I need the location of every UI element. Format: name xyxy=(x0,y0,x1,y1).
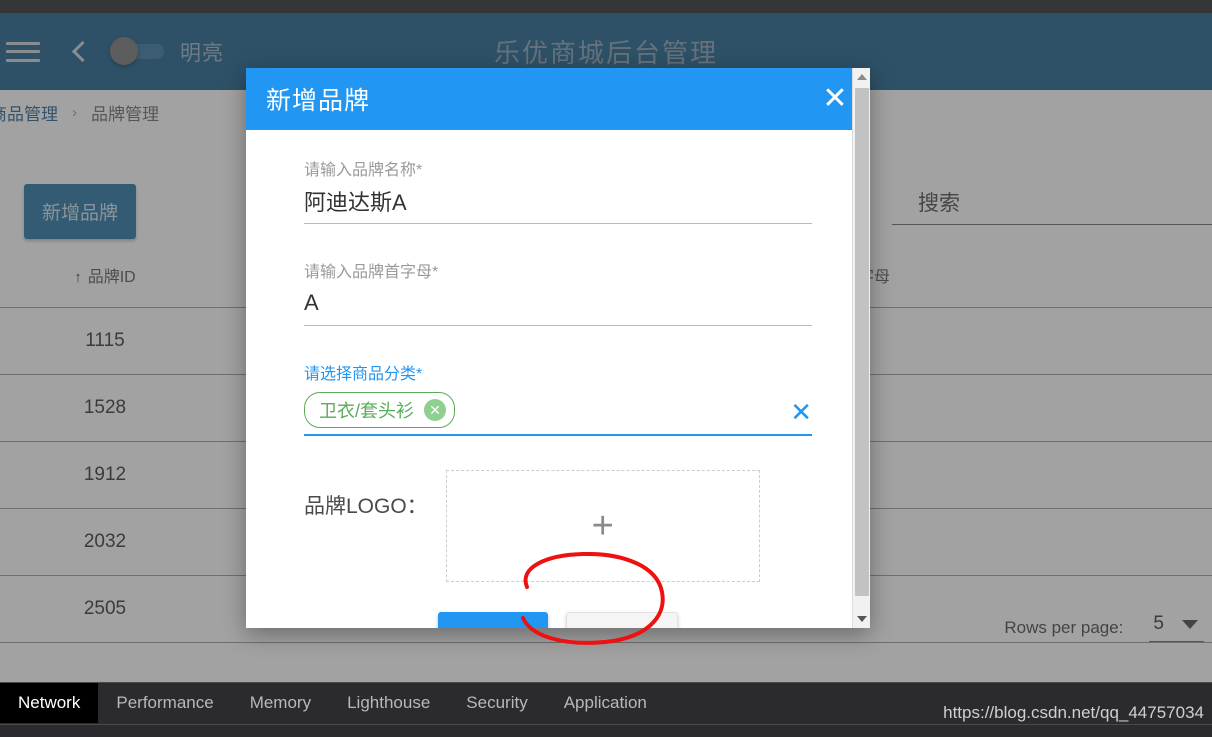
screen: 明亮 乐优商城后台管理 商品管理 › 品牌管理 新增品牌 ↑品牌ID xyxy=(0,0,1212,737)
devtools-tab-network[interactable]: Network xyxy=(0,683,99,723)
browser-top-strip xyxy=(0,0,1212,13)
brand-logo-field: 品牌LOGO： + xyxy=(304,470,812,582)
dialog-actions: 提交 重置 xyxy=(304,612,812,628)
devtools-tab-performance[interactable]: Performance xyxy=(98,683,231,723)
scroll-down-arrow-icon[interactable] xyxy=(853,610,871,628)
devtools-tab-application[interactable]: Application xyxy=(546,683,665,723)
dialog-scrollbar[interactable] xyxy=(852,68,870,628)
brand-name-input[interactable] xyxy=(304,188,812,224)
close-x-icon[interactable]: ✕ xyxy=(818,84,852,114)
scrollbar-thumb[interactable] xyxy=(855,88,869,596)
dialog-header: 新增品牌 ✕ xyxy=(246,68,870,130)
devtools-tab-memory[interactable]: Memory xyxy=(232,683,329,723)
watermark-url: https://blog.csdn.net/qq_44757034 xyxy=(943,703,1204,722)
dialog-title: 新增品牌 xyxy=(266,87,371,115)
brand-letter-input[interactable] xyxy=(304,290,812,326)
dialog-body: 请输入品牌名称* 请输入品牌首字母* 请选择商品分类* 卫衣/套头衫 ✕ ✕ xyxy=(246,130,870,628)
category-chip[interactable]: 卫衣/套头衫 ✕ xyxy=(304,392,456,428)
brand-logo-label: 品牌LOGO： xyxy=(304,495,428,518)
devtools-tab-security[interactable]: Security xyxy=(448,683,545,723)
category-chip-row[interactable]: 卫衣/套头衫 ✕ ✕ xyxy=(304,392,812,436)
category-field: 请选择商品分类* 卫衣/套头衫 ✕ ✕ xyxy=(304,360,812,436)
brand-letter-label: 请输入品牌首字母* xyxy=(304,264,439,281)
logo-upload-dropzone[interactable]: + xyxy=(445,470,760,582)
clear-all-x-icon[interactable]: ✕ xyxy=(790,397,812,428)
chip-remove-x-icon[interactable]: ✕ xyxy=(424,399,447,421)
reset-button[interactable]: 重置 xyxy=(566,612,678,628)
devtools-divider xyxy=(0,724,1212,725)
brand-name-field: 请输入品牌名称* xyxy=(304,156,812,224)
brand-letter-field: 请输入品牌首字母* xyxy=(304,258,812,326)
scroll-up-arrow-icon[interactable] xyxy=(853,68,871,86)
add-brand-dialog: 新增品牌 ✕ 请输入品牌名称* 请输入品牌首字母* 请选择商品分类* 卫衣/套头… xyxy=(246,68,870,628)
devtools-tab-lighthouse[interactable]: Lighthouse xyxy=(329,683,448,723)
brand-name-label: 请输入品牌名称* xyxy=(304,162,423,179)
submit-button[interactable]: 提交 xyxy=(438,612,548,628)
category-chip-label: 卫衣/套头衫 xyxy=(319,401,415,421)
plus-icon: + xyxy=(591,505,614,547)
category-label: 请选择商品分类* xyxy=(304,366,423,383)
